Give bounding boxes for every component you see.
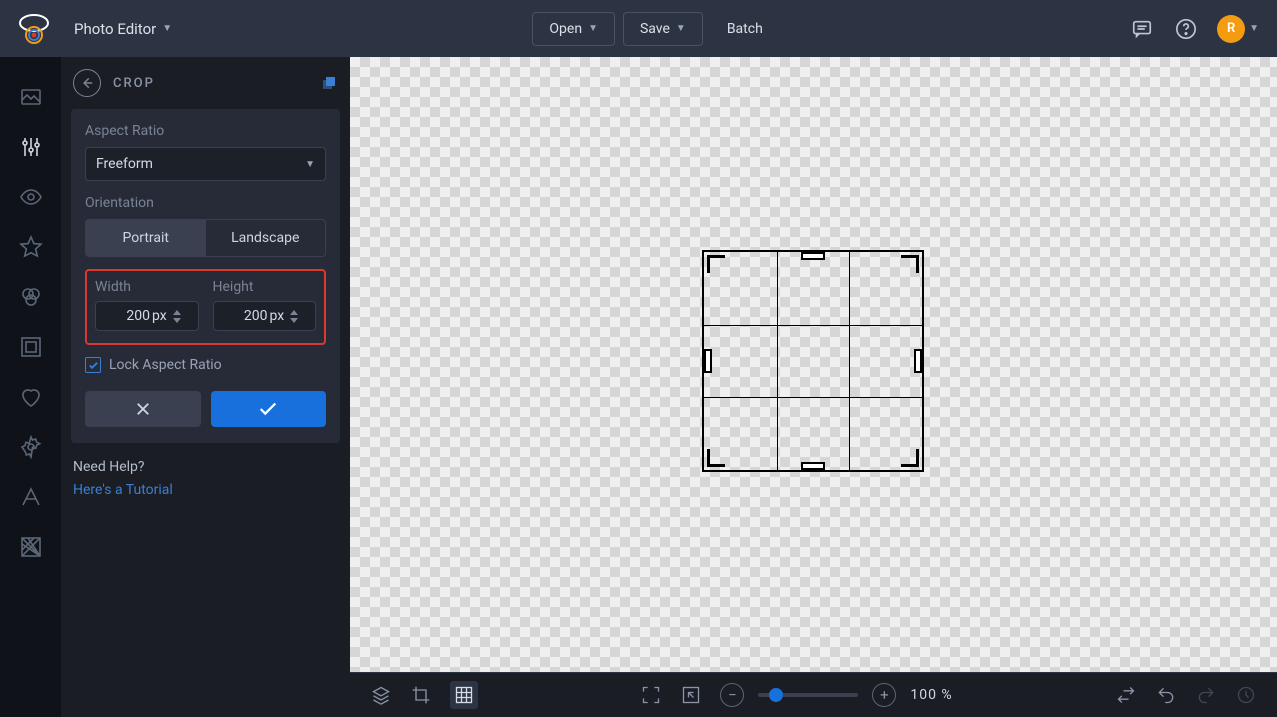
- app-logo[interactable]: [18, 13, 50, 45]
- comments-icon[interactable]: [1129, 16, 1155, 42]
- orientation-label: Orientation: [85, 195, 326, 211]
- orientation-portrait-button[interactable]: Portrait: [86, 220, 206, 256]
- crop-handle-right[interactable]: [914, 349, 922, 373]
- crop-handle-top-left[interactable]: [707, 255, 725, 273]
- batch-button[interactable]: Batch: [711, 12, 779, 46]
- height-input[interactable]: [224, 308, 268, 324]
- orientation-landscape-button[interactable]: Landscape: [206, 220, 326, 256]
- panel-title: CROP: [113, 76, 308, 91]
- rail-adjust-icon[interactable]: [17, 133, 45, 161]
- crop-handle-bottom-right[interactable]: [901, 449, 919, 467]
- canvas-viewport[interactable]: [350, 57, 1277, 672]
- account-menu[interactable]: R ▼: [1217, 15, 1259, 43]
- back-button[interactable]: [73, 69, 101, 97]
- crop-overlay[interactable]: [702, 250, 924, 472]
- confirm-button[interactable]: [211, 391, 327, 427]
- app-title-dropdown[interactable]: Photo Editor ▼: [64, 14, 182, 44]
- actual-size-icon[interactable]: [680, 684, 702, 706]
- open-button[interactable]: Open ▼: [532, 12, 615, 46]
- rail-text-icon[interactable]: [17, 483, 45, 511]
- rail-image-icon[interactable]: [17, 83, 45, 111]
- zoom-in-button[interactable]: +: [872, 683, 896, 707]
- app-title-label: Photo Editor: [74, 20, 156, 38]
- help-tutorial-link[interactable]: Here's a Tutorial: [73, 482, 173, 498]
- crop-handle-bottom[interactable]: [801, 462, 825, 470]
- width-label: Width: [95, 279, 199, 295]
- height-step-up[interactable]: [288, 308, 300, 316]
- help-icon[interactable]: [1173, 16, 1199, 42]
- rail-heart-icon[interactable]: [17, 383, 45, 411]
- chevron-down-icon: ▼: [305, 159, 315, 170]
- crop-handle-top-right[interactable]: [901, 255, 919, 273]
- crop-tool-icon[interactable]: [410, 684, 432, 706]
- aspect-ratio-select[interactable]: Freeform ▼: [85, 147, 326, 181]
- save-button[interactable]: Save ▼: [623, 12, 703, 46]
- zoom-slider[interactable]: [758, 693, 858, 697]
- unit-label: px: [152, 308, 167, 324]
- rail-star-icon[interactable]: [17, 233, 45, 261]
- compare-toggle-icon[interactable]: [1115, 684, 1137, 706]
- width-height-highlight: Width px Height px: [85, 269, 326, 345]
- orientation-segment: Portrait Landscape: [85, 219, 326, 257]
- avatar: R: [1217, 15, 1245, 43]
- crop-handle-left[interactable]: [704, 349, 712, 373]
- rail-frame-icon[interactable]: [17, 333, 45, 361]
- fit-screen-icon[interactable]: [640, 684, 662, 706]
- crop-handle-top[interactable]: [801, 252, 825, 260]
- height-label: Height: [213, 279, 317, 295]
- undo-icon[interactable]: [1155, 684, 1177, 706]
- rail-eye-icon[interactable]: [17, 183, 45, 211]
- zoom-out-button[interactable]: −: [720, 683, 744, 707]
- zoom-value: 100 %: [910, 687, 952, 703]
- crop-handle-bottom-left[interactable]: [707, 449, 725, 467]
- grid-overlay-icon[interactable]: [450, 681, 478, 709]
- redo-icon[interactable]: [1195, 684, 1217, 706]
- width-step-up[interactable]: [171, 308, 183, 316]
- chevron-down-icon: ▼: [1249, 23, 1259, 34]
- height-input-wrap[interactable]: px: [213, 301, 317, 331]
- rail-effects-icon[interactable]: [17, 283, 45, 311]
- layers-icon[interactable]: [370, 684, 392, 706]
- unit-label: px: [270, 308, 285, 324]
- rail-texture-icon[interactable]: [17, 533, 45, 561]
- zoom-slider-thumb[interactable]: [769, 688, 783, 702]
- rail-gear-icon[interactable]: [17, 433, 45, 461]
- chevron-down-icon: ▼: [588, 23, 598, 34]
- history-icon[interactable]: [1235, 684, 1257, 706]
- width-input[interactable]: [106, 308, 150, 324]
- width-step-down[interactable]: [171, 316, 183, 324]
- aspect-ratio-label: Aspect Ratio: [85, 123, 326, 139]
- help-question: Need Help?: [73, 459, 338, 475]
- height-step-down[interactable]: [288, 316, 300, 324]
- lock-aspect-checkbox[interactable]: [85, 357, 101, 373]
- width-input-wrap[interactable]: px: [95, 301, 199, 331]
- chevron-down-icon: ▼: [676, 23, 686, 34]
- compare-icon[interactable]: [320, 74, 338, 92]
- chevron-down-icon: ▼: [162, 23, 172, 34]
- lock-aspect-label: Lock Aspect Ratio: [109, 357, 222, 373]
- cancel-button[interactable]: [85, 391, 201, 427]
